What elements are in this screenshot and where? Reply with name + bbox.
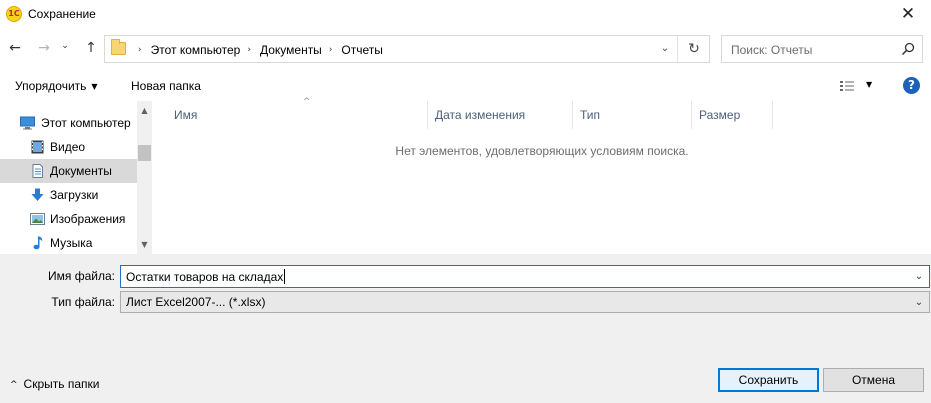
filename-value: Остатки товаров на складах [126, 270, 284, 284]
help-icon[interactable]: ? [903, 77, 920, 94]
chevron-right-icon: › [138, 45, 142, 55]
chevron-right-icon[interactable]: › [329, 45, 333, 55]
breadcrumb: › Этот компьютер › Документы › Отчеты [131, 43, 383, 57]
hide-folders-button[interactable]: ^ Скрыть папки [10, 377, 99, 391]
navigation-pane: Этот компьютер Видео Документы Загрузки [0, 101, 152, 254]
empty-message: Нет элементов, удовлетворяющих условиям … [395, 144, 689, 158]
column-header-date[interactable]: Дата изменения [428, 101, 573, 129]
sidebar-item-downloads[interactable]: Загрузки [0, 183, 137, 207]
scroll-up-icon[interactable]: ▲ [137, 103, 152, 118]
command-toolbar: Упорядочить ▼ Новая папка ▼ [0, 72, 931, 100]
column-header-type[interactable]: Тип [573, 101, 692, 129]
sidebar-item-label: Загрузки [50, 188, 99, 202]
change-view-button[interactable]: ▼ [838, 77, 878, 97]
sidebar-item-label: Изображения [50, 212, 126, 226]
view-dropdown-icon: ▼ [866, 80, 873, 89]
filetype-value: Лист Excel2007-... (*.xlsx) [126, 295, 266, 309]
details-view-icon [840, 81, 854, 91]
save-options-panel: Имя файла: Остатки товаров на складах ⌄ … [0, 254, 931, 403]
address-bar[interactable]: › Этот компьютер › Документы › Отчеты ⌄ … [104, 35, 710, 63]
search-icon[interactable] [900, 41, 916, 57]
new-folder-button[interactable]: Новая папка [131, 79, 201, 93]
downloads-icon [31, 188, 44, 201]
filetype-dropdown-icon[interactable]: ⌄ [909, 292, 929, 313]
organize-label: Упорядочить [15, 79, 87, 93]
up-button[interactable]: ↑ [80, 37, 102, 59]
filename-history-dropdown-icon[interactable]: ⌄ [909, 266, 929, 287]
pictures-icon [30, 213, 45, 225]
filename-label: Имя файла: [48, 269, 115, 283]
title-bar: 1С Сохранение ✕ [0, 0, 931, 30]
cancel-button[interactable]: Отмена [823, 368, 924, 392]
address-dropdown-button[interactable]: ⌄ [653, 36, 677, 62]
filetype-label: Тип файла: [51, 295, 115, 309]
close-button[interactable]: ✕ [885, 0, 931, 30]
filename-field[interactable]: Остатки товаров на складах ⌄ [120, 265, 930, 288]
organize-dropdown-icon: ▼ [91, 82, 98, 91]
sort-ascending-icon: ^ [303, 97, 311, 107]
column-header-label: Имя [174, 108, 198, 122]
sidebar-item-label: Этот компьютер [41, 116, 131, 130]
computer-icon [20, 116, 35, 130]
back-button[interactable]: ← [4, 37, 26, 59]
sidebar-item-this-pc[interactable]: Этот компьютер [0, 111, 137, 135]
refresh-button[interactable]: ↻ [681, 36, 707, 62]
breadcrumb-documents[interactable]: Документы [260, 43, 322, 57]
sidebar-item-label: Музыка [50, 236, 93, 250]
window-title: Сохранение [28, 7, 96, 21]
filetype-select[interactable]: Лист Excel2007-... (*.xlsx) ⌄ [120, 291, 930, 313]
save-button[interactable]: Сохранить [718, 368, 819, 392]
breadcrumb-this-pc[interactable]: Этот компьютер [151, 43, 241, 57]
folder-icon [111, 39, 126, 55]
search-input[interactable]: Поиск: Отчеты [721, 35, 923, 63]
music-icon [33, 236, 43, 250]
forward-button[interactable]: → [33, 37, 55, 59]
app-logo-icon: 1С [6, 6, 22, 22]
sidebar-item-label: Видео [50, 140, 86, 154]
navigation-bar: ← → ⌄ ↑ › Этот компьютер › Документы › О… [0, 32, 931, 64]
scroll-down-icon[interactable]: ▼ [137, 237, 152, 252]
text-cursor [284, 269, 285, 284]
column-header-name[interactable]: Имя ^ [167, 97, 428, 129]
organize-button[interactable]: Упорядочить ▼ [15, 79, 98, 93]
navigation-scrollbar[interactable]: ▲ ▼ [137, 101, 152, 254]
scrollbar-thumb[interactable] [138, 145, 151, 161]
file-list[interactable]: Имя ^ Дата изменения Тип Размер Нет элем… [153, 97, 931, 254]
sidebar-item-music[interactable]: Музыка [0, 231, 137, 254]
hide-folders-label: Скрыть папки [23, 377, 100, 391]
search-placeholder: Поиск: Отчеты [731, 43, 813, 57]
chevron-right-icon[interactable]: › [247, 45, 251, 55]
sidebar-item-label: Документы [50, 164, 112, 178]
column-header-size[interactable]: Размер [692, 101, 773, 129]
recent-locations-button[interactable]: ⌄ [58, 35, 72, 57]
breadcrumb-reports[interactable]: Отчеты [341, 43, 382, 57]
sidebar-item-documents[interactable]: Документы [0, 159, 137, 183]
video-icon [31, 140, 44, 154]
sidebar-item-pictures[interactable]: Изображения [0, 207, 137, 231]
sidebar-item-video[interactable]: Видео [0, 135, 137, 159]
chevron-up-icon: ^ [10, 380, 18, 390]
documents-icon [32, 164, 43, 178]
address-divider [677, 36, 678, 62]
